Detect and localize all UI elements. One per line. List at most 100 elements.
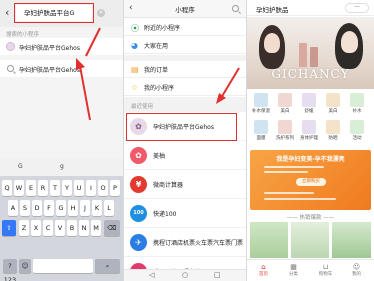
key-n[interactable]: N [79, 220, 89, 236]
promo-buy-button[interactable]: 立即购买 [296, 178, 326, 186]
key-t[interactable]: T [50, 180, 60, 196]
nav-back-icon[interactable]: ◁ [149, 271, 154, 279]
promo-text-line [264, 192, 314, 194]
home-icon: ⌂ [261, 263, 266, 271]
key-k[interactable]: K [92, 200, 102, 216]
promo-banner[interactable]: 我是孕妇变美·孕不我漂亮 立即购买 [250, 150, 371, 210]
key-h[interactable]: H [68, 200, 78, 216]
category-label: 美白 [280, 109, 290, 114]
android-nav-bar: ◁ ○ □ [124, 269, 246, 281]
symbols-key[interactable]: ?123 [3, 259, 17, 281]
product-card[interactable] [291, 222, 329, 258]
key-f[interactable]: F [44, 200, 54, 216]
promo-text-line [264, 171, 308, 173]
hero-banner[interactable]: GICHANCY [247, 17, 374, 89]
category-item[interactable]: 补水保湿 [252, 93, 270, 114]
category-item[interactable]: 洗护系列 [276, 120, 294, 141]
key-v[interactable]: V [55, 220, 65, 236]
key-q[interactable]: Q [2, 180, 12, 196]
category-item[interactable]: 补水 [348, 93, 366, 114]
annotation-arrow-1 [76, 27, 101, 121]
key-w[interactable]: W [14, 180, 24, 196]
category-item[interactable]: 舒缓 [300, 93, 318, 114]
category-label: 美白 [328, 109, 338, 114]
key-g[interactable]: G [56, 200, 66, 216]
category-label: 舒缓 [304, 109, 314, 114]
category-item[interactable]: 美白 [324, 93, 342, 114]
tab-me[interactable]: ☺ 我的 [344, 263, 369, 277]
product-card[interactable] [250, 222, 288, 258]
recent-miniprogram[interactable]: 100 快递100 [124, 199, 246, 228]
shift-key[interactable]: ⇧ [2, 220, 16, 236]
category-item[interactable]: 活动 [348, 120, 366, 141]
key-j[interactable]: J [80, 200, 90, 216]
category-image [278, 93, 292, 107]
keyboard[interactable]: G g Q W E R T Y U I O P A S D F G H J K L ⇧ Z X C V B N M ⌫ ?123 ☺ … [0, 158, 123, 281]
app-logo-icon: ✿ [130, 147, 147, 164]
model-face [341, 31, 358, 53]
tab-label: 分类 [289, 272, 298, 277]
suggestion-1[interactable]: G [18, 163, 23, 170]
promo-title: 我是孕妇变美·孕不我漂亮 [276, 156, 345, 163]
key-u[interactable]: U [74, 180, 84, 196]
category-item[interactable]: 面膜 [252, 120, 270, 141]
tab-category[interactable]: ▦ 分类 [281, 263, 306, 277]
key-s[interactable]: S [20, 200, 30, 216]
backspace-key[interactable]: ⌫ [104, 220, 120, 236]
brand-logo: GICHANCY [271, 67, 350, 81]
category-label: 补水 [352, 109, 362, 114]
key-x[interactable]: X [31, 220, 41, 236]
category-image [254, 120, 268, 134]
miniprogram-screen: ‹ 小程序 ⦿ 附近的小程序 ◕ 大家在用 ▤ 我的订单 ☆ 我的小程序 最近使… [124, 0, 246, 281]
key-z[interactable]: Z [19, 220, 29, 236]
nav-home-icon[interactable]: ○ [182, 271, 188, 279]
key-r[interactable]: R [38, 180, 48, 196]
key-y[interactable]: Y [62, 180, 72, 196]
key-c[interactable]: C [43, 220, 53, 236]
app-logo-icon: ✈ [130, 234, 147, 251]
suggestion-2[interactable]: g [60, 163, 64, 170]
user-icon: ☺ [352, 263, 361, 271]
key-a[interactable]: A [8, 200, 18, 216]
key-o[interactable]: O [98, 180, 108, 196]
emoji-key[interactable]: ☺ [19, 259, 31, 273]
category-label: 补水保湿 [252, 109, 270, 114]
keyboard-suggestions: G g [0, 158, 123, 176]
tab-label: 首页 [259, 272, 268, 277]
search-key[interactable]: ⌕ [95, 259, 120, 273]
app-label: 美柚 [153, 153, 166, 160]
key-b[interactable]: B [67, 220, 77, 236]
tab-label: 我的 [352, 272, 361, 277]
key-d[interactable]: D [32, 200, 42, 216]
key-m[interactable]: M [91, 220, 101, 236]
tab-home[interactable]: ⌂ 首页 [251, 263, 276, 277]
promo-text-line [264, 166, 324, 168]
recent-miniprogram[interactable]: ✿ 美柚 [124, 141, 246, 170]
nav-recent-icon[interactable]: □ [214, 271, 221, 279]
category-image [350, 93, 364, 107]
category-item[interactable]: 防晒 [324, 120, 342, 141]
recent-miniprogram[interactable]: ✈ 携程订酒店机票火车票汽车票门票 [124, 228, 246, 257]
key-i[interactable]: I [86, 180, 96, 196]
search-screen: ‹ 孕妇护肤品平台G × 搜索的小程序 孕妇护肤品平台Gehos 孕妇护肤品平台… [0, 0, 123, 281]
app-logo-icon: 100 [130, 205, 147, 222]
grid-icon: ▦ [290, 263, 297, 271]
category-image [326, 120, 340, 134]
category-image [302, 93, 316, 107]
tab-cart[interactable]: ⊔ 购物车 [313, 263, 338, 277]
store-screen: 孕妇护肤品 ··· GICHANCY 补水保湿 美白 舒缓 美白 补水 面膜 洗护系列 身体… [247, 0, 374, 281]
app-logo-icon: ¥ [130, 176, 147, 193]
category-item[interactable]: 美白 [276, 93, 294, 114]
app-label: 携程订酒店机票火车票汽车票门票 [153, 240, 244, 247]
more-menu-icon[interactable]: ··· [345, 3, 369, 13]
product-bottle [299, 43, 307, 67]
space-key[interactable] [33, 259, 93, 273]
key-l[interactable]: L [104, 200, 114, 216]
product-bottle [310, 47, 318, 67]
category-item[interactable]: 身体护理 [300, 120, 318, 141]
key-p[interactable]: P [110, 180, 120, 196]
recent-miniprogram[interactable]: ¥ 微商计算器 [124, 170, 246, 199]
product-card[interactable] [332, 222, 371, 258]
key-e[interactable]: E [26, 180, 36, 196]
category-image [254, 93, 268, 107]
